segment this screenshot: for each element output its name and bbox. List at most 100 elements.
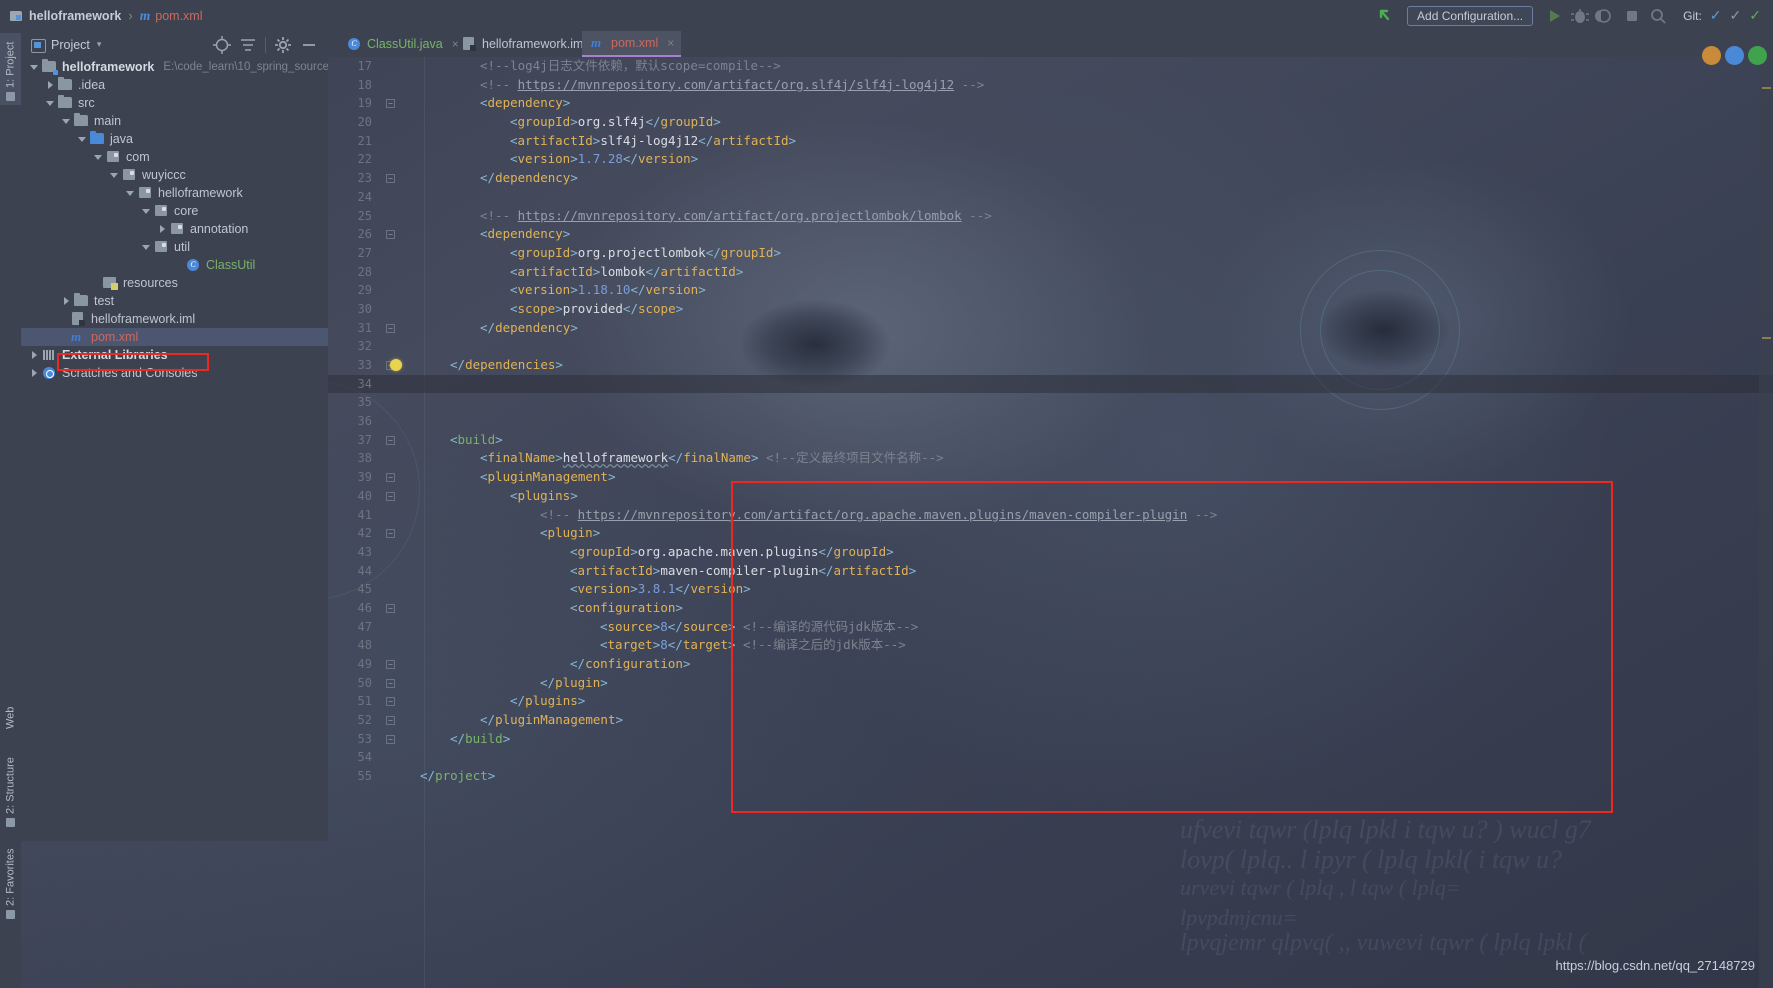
- tree-node-com[interactable]: com: [21, 148, 328, 166]
- code-line[interactable]: 27 <groupId>org.projectlombok</groupId>: [328, 244, 1773, 263]
- tree-toggle-icon[interactable]: [77, 130, 90, 148]
- tree-node-helloframework-iml[interactable]: helloframework.iml: [21, 310, 328, 328]
- git-update-icon[interactable]: ✓: [1710, 7, 1722, 24]
- code-line[interactable]: 42 − <plugin>: [328, 524, 1773, 543]
- add-configuration-button[interactable]: Add Configuration...: [1407, 5, 1534, 26]
- intention-bulb-icon[interactable]: [390, 359, 402, 371]
- tree-node-main[interactable]: main: [21, 112, 328, 130]
- tree-toggle-icon[interactable]: [93, 148, 106, 166]
- code-line[interactable]: 22 <version>1.7.28</version>: [328, 150, 1773, 169]
- tree-node-resources[interactable]: resources: [21, 274, 328, 292]
- code-line[interactable]: 26 − <dependency>: [328, 225, 1773, 244]
- project-tree[interactable]: helloframework E:\code_learn\10_spring_s…: [21, 58, 328, 841]
- fold-marker-icon[interactable]: −: [386, 473, 395, 483]
- git-commit-icon[interactable]: ✓: [1730, 7, 1742, 24]
- tree-toggle-icon[interactable]: [109, 166, 122, 184]
- code-lines[interactable]: 17 <!--log4j日志文件依赖，默认scope=compile--> 18 <!…: [328, 57, 1773, 786]
- code-line[interactable]: 38 <finalName>helloframework</finalName> …: [328, 449, 1773, 468]
- fold-marker-icon[interactable]: −: [386, 603, 395, 613]
- fold-marker-icon[interactable]: −: [386, 174, 395, 184]
- tree-node-src[interactable]: src: [21, 94, 328, 112]
- code-line[interactable]: 37 − <build>: [328, 431, 1773, 450]
- warning-chip-icon[interactable]: [1702, 46, 1721, 65]
- run-icon[interactable]: [1541, 3, 1567, 29]
- code-line[interactable]: 33−</dependencies>: [328, 356, 1773, 375]
- tab-classutil-java[interactable]: C ClassUtil.java ×: [338, 31, 466, 57]
- code-line[interactable]: 48 <target>8</target> <!--编译之后的jdk版本-->: [328, 636, 1773, 655]
- close-icon[interactable]: ×: [667, 36, 674, 50]
- code-line[interactable]: 17 <!--log4j日志文件依赖，默认scope=compile-->: [328, 57, 1773, 76]
- tree-node-wuyiccc[interactable]: wuyiccc: [21, 166, 328, 184]
- sidebar-item-web[interactable]: Web: [0, 681, 21, 733]
- editor-right-gutter[interactable]: [1759, 57, 1773, 988]
- tree-node-annotation[interactable]: annotation: [21, 220, 328, 238]
- code-line[interactable]: 29 <version>1.18.10</version>: [328, 281, 1773, 300]
- chevron-down-icon[interactable]: ▾: [97, 39, 102, 50]
- code-line[interactable]: 51 − </plugins>: [328, 692, 1773, 711]
- debug-icon[interactable]: [1567, 3, 1593, 29]
- tree-node-core[interactable]: core: [21, 202, 328, 220]
- tree-toggle-icon[interactable]: [29, 58, 42, 76]
- code-line[interactable]: 41 <!-- https://mvnrepository.com/artifac…: [328, 506, 1773, 525]
- stop-icon[interactable]: [1619, 3, 1645, 29]
- code-line[interactable]: 23 − </dependency>: [328, 169, 1773, 188]
- code-line[interactable]: 30 <scope>provided</scope>: [328, 300, 1773, 319]
- tree-toggle-icon[interactable]: [61, 292, 74, 310]
- git-push-icon[interactable]: ✓: [1749, 7, 1761, 24]
- tree-node-test[interactable]: test: [21, 292, 328, 310]
- code-line[interactable]: 55 </project>: [328, 767, 1773, 786]
- code-line[interactable]: 53 − </build>: [328, 730, 1773, 749]
- code-line[interactable]: 31 − </dependency>: [328, 319, 1773, 338]
- tree-toggle-icon[interactable]: [45, 94, 58, 112]
- code-line[interactable]: 49 − </configuration>: [328, 655, 1773, 674]
- code-line[interactable]: 28 <artifactId>lombok</artifactId>: [328, 263, 1773, 282]
- fold-marker-icon[interactable]: −: [386, 716, 395, 726]
- code-line[interactable]: 44 <artifactId>maven-compiler-plugin</art…: [328, 562, 1773, 581]
- code-line[interactable]: 32: [328, 337, 1773, 356]
- tree-node-java[interactable]: java: [21, 130, 328, 148]
- fold-marker-icon[interactable]: −: [386, 529, 395, 539]
- code-line[interactable]: 25 <!-- https://mvnrepository.com/artifac…: [328, 207, 1773, 226]
- code-line[interactable]: 39 − <pluginManagement>: [328, 468, 1773, 487]
- settings-gear-icon[interactable]: [270, 32, 296, 58]
- code-line[interactable]: 46 − <configuration>: [328, 599, 1773, 618]
- fold-marker-icon[interactable]: −: [386, 734, 395, 744]
- tree-toggle-icon[interactable]: [29, 346, 42, 364]
- code-line[interactable]: 20 <groupId>org.slf4j</groupId>: [328, 113, 1773, 132]
- code-line[interactable]: 19 − <dependency>: [328, 94, 1773, 113]
- code-editor[interactable]: 17 <!--log4j日志文件依赖，默认scope=compile--> 18 <!…: [328, 57, 1773, 988]
- fold-marker-icon[interactable]: −: [386, 491, 395, 501]
- tree-toggle-icon[interactable]: [125, 184, 138, 202]
- tree-node-helloframework[interactable]: helloframework E:\code_learn\10_spring_s…: [21, 58, 328, 76]
- breadcrumb-file[interactable]: pom.xml: [155, 9, 202, 23]
- tree-toggle-icon[interactable]: [61, 112, 74, 130]
- tree-toggle-icon[interactable]: [157, 220, 170, 238]
- fold-marker-icon[interactable]: −: [386, 323, 395, 333]
- sidebar-item-structure[interactable]: 2: Structure: [0, 736, 21, 831]
- tree-node-classutil[interactable]: C ClassUtil: [21, 256, 328, 274]
- hide-panel-icon[interactable]: [296, 32, 322, 58]
- tree-toggle-icon[interactable]: [29, 364, 42, 382]
- fold-marker-icon[interactable]: −: [386, 230, 395, 240]
- code-line[interactable]: 43 <groupId>org.apache.maven.plugins</gro…: [328, 543, 1773, 562]
- tree-node-pom-xml[interactable]: m pom.xml: [21, 328, 328, 346]
- code-line[interactable]: 36: [328, 412, 1773, 431]
- sidebar-item-favorites[interactable]: 2: Favorites: [0, 831, 21, 923]
- locate-icon[interactable]: [209, 32, 235, 58]
- search-everywhere-icon[interactable]: [1645, 3, 1671, 29]
- tree-toggle-icon[interactable]: [141, 202, 154, 220]
- code-line[interactable]: 34: [328, 374, 1773, 394]
- sidebar-item-project[interactable]: 1: Project: [0, 33, 21, 105]
- tree-toggle-icon[interactable]: [45, 76, 58, 94]
- fold-marker-icon[interactable]: −: [386, 435, 395, 445]
- tree-node-helloframework-package[interactable]: helloframework: [21, 184, 328, 202]
- fold-marker-icon[interactable]: −: [386, 99, 395, 109]
- code-line[interactable]: 21 <artifactId>slf4j-log4j12</artifactId>: [328, 132, 1773, 151]
- tree-node-idea[interactable]: .idea: [21, 76, 328, 94]
- tree-node-util[interactable]: util: [21, 238, 328, 256]
- code-line[interactable]: 45 <version>3.8.1</version>: [328, 580, 1773, 599]
- tree-node-external-libraries[interactable]: External Libraries: [21, 346, 328, 364]
- ok-chip-icon[interactable]: [1748, 46, 1767, 65]
- breadcrumb-project[interactable]: helloframework: [29, 9, 121, 23]
- code-line[interactable]: 54: [328, 748, 1773, 767]
